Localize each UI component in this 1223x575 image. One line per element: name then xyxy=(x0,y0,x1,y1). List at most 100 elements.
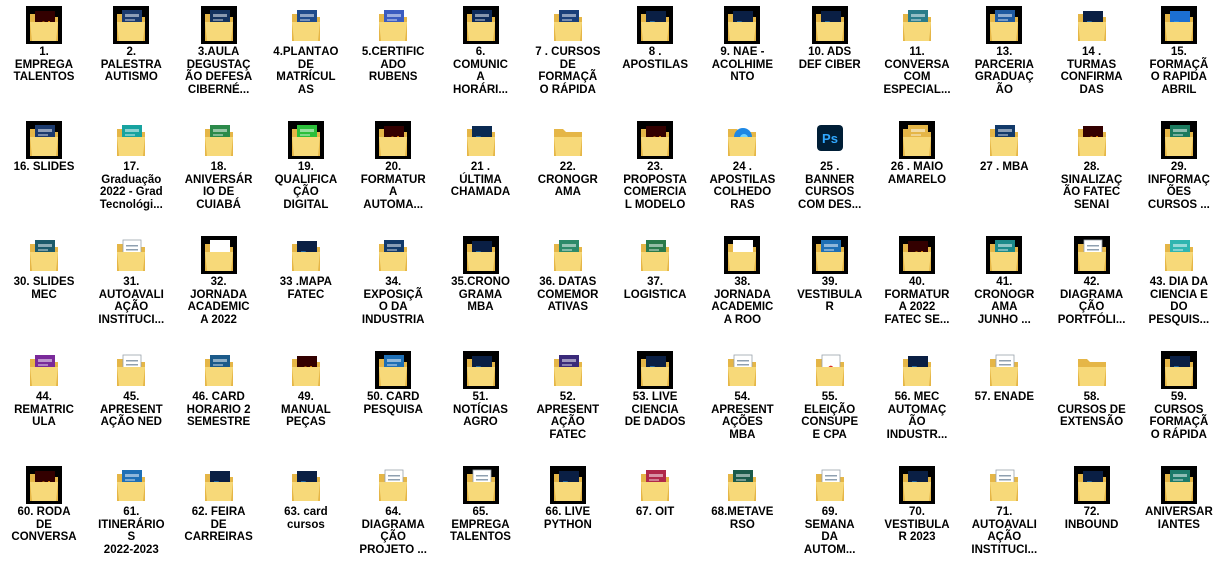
file-label: 33 .MAPA FATEC xyxy=(279,276,332,301)
file-thumbnail-icon xyxy=(200,6,237,44)
folder-icon xyxy=(899,6,935,44)
file-item[interactable]: 29. INFORMAÇ ÕES CURSOS ... xyxy=(1135,115,1223,211)
file-item[interactable]: Ai1. EMPREGA TALENTOS xyxy=(0,0,88,84)
file-item[interactable]: Ps53. LIVE CIENCIA DE DADOS xyxy=(611,345,699,429)
file-item[interactable]: Ps33 .MAPA FATEC xyxy=(262,230,350,301)
file-item[interactable]: 17. Graduação 2022 - Grad Tecnológi... xyxy=(87,115,175,211)
file-item[interactable]: 19. QUALIFICA ÇÃO DIGITAL xyxy=(262,115,350,211)
file-item[interactable]: 65. EMPREGA TALENTOS xyxy=(437,460,525,544)
file-item[interactable]: 6. COMUNIC A HORÁRI... xyxy=(437,0,525,96)
file-item[interactable]: 22. CRONOGR AMA xyxy=(524,115,612,199)
file-label: 53. LIVE CIENCIA DE DADOS xyxy=(624,391,686,428)
file-item[interactable]: 32. JORNADA ACADEMIC A 2022 xyxy=(175,230,263,326)
file-label: 46. CARD HORARIO 2 SEMESTRE xyxy=(186,391,251,428)
file-label: 40. FORMATUR A 2022 FATEC SE... xyxy=(884,276,950,326)
file-item[interactable]: Ai23. PROPOSTA COMERCIA L MODELO xyxy=(611,115,699,211)
file-item[interactable]: Ps59. CURSOS FORMAÇÃ O RÁPIDA xyxy=(1135,345,1223,441)
folder-icon xyxy=(1161,236,1197,274)
file-item[interactable]: 27 . MBA xyxy=(960,115,1048,174)
file-item[interactable]: Ps 25 . BANNER CURSOS COM DES... xyxy=(786,115,874,211)
file-item[interactable]: 5.CERTIFIC ADO RUBENS xyxy=(349,0,437,84)
file-item[interactable]: Ai40. FORMATUR A 2022 FATEC SE... xyxy=(873,230,961,326)
file-item[interactable]: Ps15. FORMAÇÃ O RAPIDA ABRIL xyxy=(1135,0,1223,96)
file-thumbnail-icon xyxy=(113,6,150,44)
file-item[interactable]: 57. ENADE xyxy=(960,345,1048,404)
file-item[interactable]: Ps70. VESTIBULA R 2023 xyxy=(873,460,961,544)
file-item[interactable]: 36. DATAS COMEMOR ATIVAS xyxy=(524,230,612,314)
file-item[interactable]: 58. CURSOS DE EXTENSÃO xyxy=(1048,345,1136,429)
file-item[interactable]: 41. CRONOGR AMA JUNHO ... xyxy=(960,230,1048,326)
file-label: 62. FEIRA DE CARREIRAS xyxy=(184,506,253,543)
file-thumbnail-icon: Ps xyxy=(724,6,761,44)
folder-icon xyxy=(637,236,673,274)
file-item[interactable]: Ps35.CRONO GRAMA MBA xyxy=(437,230,525,314)
file-item[interactable]: Ps66. LIVE PYTHON xyxy=(524,460,612,531)
file-item[interactable]: 44. REMATRIC ULA xyxy=(0,345,88,429)
folder-icon xyxy=(375,236,411,274)
file-item[interactable]: 16. SLIDES xyxy=(0,115,88,174)
file-item[interactable]: Ps51. NOTÍCIAS AGRO xyxy=(437,345,525,429)
file-item[interactable]: Ps63. card cursos xyxy=(262,460,350,531)
file-item[interactable]: 39. VESTIBULA R xyxy=(786,230,874,314)
file-thumbnail-icon: Ps xyxy=(1073,466,1110,504)
file-item[interactable]: 43. DIA DA CIENCIA E DO PESQUIS... xyxy=(1135,230,1223,326)
file-label: 15. FORMAÇÃ O RAPIDA ABRIL xyxy=(1149,46,1209,96)
file-item[interactable]: Ps21 . ÚLTIMA CHAMADA xyxy=(437,115,525,199)
file-item[interactable]: Ps62. FEIRA DE CARREIRAS xyxy=(175,460,263,544)
file-item[interactable]: 4.PLANTÃO DE MATRÍCUL AS xyxy=(262,0,350,96)
file-item[interactable]: ANIVERSAR IANTES xyxy=(1135,460,1223,531)
file-item[interactable]: Ps72. INBOUND xyxy=(1048,460,1136,531)
file-item[interactable]: 2. PALESTRA AUTISMO xyxy=(87,0,175,84)
file-label: 41. CRONOGR AMA JUNHO ... xyxy=(974,276,1035,326)
file-item[interactable]: 67. OIT xyxy=(611,460,699,519)
file-thumbnail-icon xyxy=(1160,121,1197,159)
file-label: 44. REMATRIC ULA xyxy=(14,391,74,428)
file-item[interactable]: 26 . MAIO AMARELO xyxy=(873,115,961,186)
file-item[interactable]: Ps14 . TURMAS CONFIRMA DAS xyxy=(1048,0,1136,96)
file-thumbnail-icon xyxy=(986,236,1023,274)
file-item[interactable]: 64. DIAGRAMA ÇÃO PROJETO ... xyxy=(349,460,437,556)
file-item[interactable]: 46. CARD HORARIO 2 SEMESTRE xyxy=(175,345,263,429)
file-item[interactable]: 11. CONVERSA COM ESPECIAL... xyxy=(873,0,961,96)
file-item[interactable]: Ps8 . APOSTILAS xyxy=(611,0,699,71)
file-item[interactable]: 69. SEMANA DA AUTOM... xyxy=(786,460,874,556)
file-item[interactable]: 42. DIAGRAMA ÇÃO PORTFÓLI... xyxy=(1048,230,1136,326)
file-thumbnail-icon: Ps xyxy=(811,6,848,44)
file-item[interactable]: 61. ITINERÁRIO S 2022-2023 xyxy=(87,460,175,556)
file-item[interactable]: 68.METAVE RSO xyxy=(698,460,786,531)
file-item[interactable]: Ps9. NAE - ACOLHIME NTO xyxy=(698,0,786,84)
file-item[interactable]: 7 . CURSOS DE FORMAÇÃ O RÁPIDA xyxy=(524,0,612,96)
file-item[interactable]: 13. PARCERIA GRADUAÇ ÃO xyxy=(960,0,1048,96)
file-item[interactable]: 34. EXPOSIÇÃ O DA INDUSTRIA xyxy=(349,230,437,326)
file-item[interactable]: 18. ANIVERSÁR IO DE CUIABÁ xyxy=(175,115,263,211)
folder-icon xyxy=(986,121,1022,159)
file-label: 18. ANIVERSÁR IO DE CUIABÁ xyxy=(184,161,253,211)
file-item[interactable]: 55. ELEIÇÃO CONSUPE E CPA xyxy=(786,345,874,441)
file-item[interactable]: Ps56. MEC AUTOMAÇ ÃO INDUSTR... xyxy=(873,345,961,441)
file-label: 43. DIA DA CIENCIA E DO PESQUIS... xyxy=(1148,276,1210,326)
file-item[interactable]: 71. AUTOAVALI AÇÃO INSTITUCI... xyxy=(960,460,1048,556)
file-item[interactable]: Ai60. RODA DE CONVERSA xyxy=(0,460,88,544)
file-label: 16. SLIDES xyxy=(13,161,75,173)
file-item[interactable]: 54. APRESENT AÇÕES MBA xyxy=(698,345,786,441)
file-item[interactable]: 52. APRESENT AÇÃO FATEC xyxy=(524,345,612,441)
file-item[interactable]: Ps10. ADS DEF CIBER xyxy=(786,0,874,71)
file-label: 9. NAE - ACOLHIME NTO xyxy=(711,46,774,83)
file-item[interactable]: 45. APRESENT AÇÃO NED xyxy=(87,345,175,429)
file-item[interactable]: 31. AUTOAVALI AÇÃO INSTITUCI... xyxy=(87,230,175,326)
file-item[interactable]: 24 . APOSTILAS COLHEDO RAS xyxy=(698,115,786,211)
file-label: 63. card cursos xyxy=(284,506,328,531)
file-item[interactable]: Ai28. SINALIZAÇ ÃO FATEC SENAI xyxy=(1048,115,1136,211)
file-item[interactable]: 37. LOGISTICA xyxy=(611,230,699,301)
file-label: 51. NOTÍCIAS AGRO xyxy=(453,391,508,428)
folder-icon xyxy=(986,466,1022,504)
folder-icon: Ps xyxy=(1074,6,1110,44)
file-item[interactable]: Ai20. FORMATUR A AUTOMA... xyxy=(349,115,437,211)
file-item[interactable]: Ai49. MANUAL PEÇAS xyxy=(262,345,350,429)
file-label: 64. DIAGRAMA ÇÃO PROJETO ... xyxy=(359,506,427,556)
file-item[interactable]: 30. SLIDES MEC xyxy=(0,230,88,301)
file-item[interactable]: 50. CARD PESQUISA xyxy=(349,345,437,416)
file-label: 14 . TURMAS CONFIRMA DAS xyxy=(1060,46,1123,96)
file-item[interactable]: 38. JORNADA ACADEMIC A ROO xyxy=(698,230,786,326)
file-item[interactable]: 3.AULA DEGUSTAÇ ÃO DEFESA CIBERNÉ... xyxy=(175,0,263,96)
